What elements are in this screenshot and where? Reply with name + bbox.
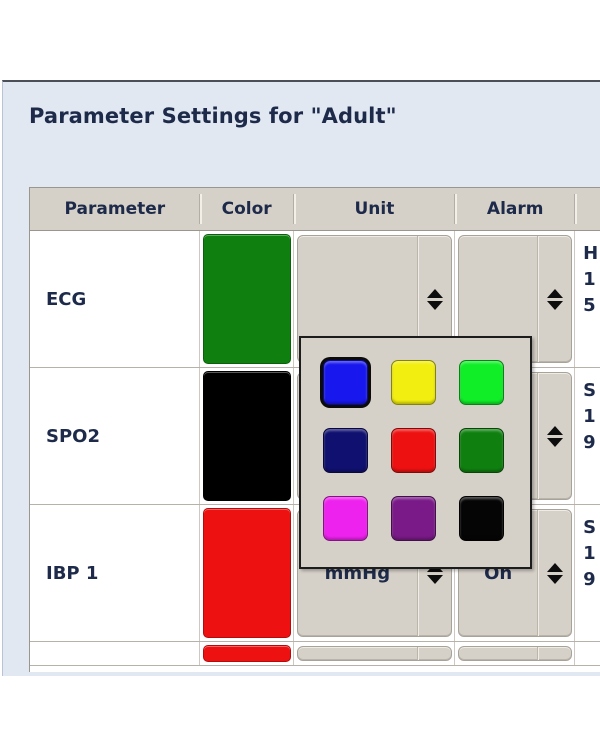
cell-color[interactable] bbox=[198, 642, 294, 665]
alarm-spinner-buttons[interactable] bbox=[537, 373, 571, 499]
alarm-value bbox=[459, 647, 537, 660]
cell-color[interactable] bbox=[198, 505, 294, 641]
chevron-down-icon[interactable] bbox=[546, 300, 563, 310]
table-header-row: Parameter Color Unit Alarm bbox=[30, 188, 600, 231]
cell-parameter: SPO2 bbox=[30, 368, 200, 504]
column-header-unit-label: Unit bbox=[354, 199, 395, 219]
column-header-alarm-label: Alarm bbox=[486, 199, 544, 219]
color-swatch-button[interactable] bbox=[202, 645, 291, 662]
color-swatch-button[interactable] bbox=[202, 234, 291, 364]
cell-alarm[interactable] bbox=[454, 642, 576, 665]
chevron-up-icon[interactable] bbox=[426, 288, 443, 298]
cell-parameter bbox=[30, 642, 200, 665]
column-header-color-label: Color bbox=[221, 199, 272, 219]
parameter-name: SPO2 bbox=[46, 425, 100, 447]
limits-text: S19 bbox=[583, 517, 597, 591]
color-swatch-grid bbox=[323, 360, 504, 541]
cell-limits bbox=[574, 642, 600, 665]
chevron-down-icon[interactable] bbox=[426, 300, 443, 310]
column-header-color[interactable]: Color bbox=[198, 188, 294, 230]
limits-text: H15 bbox=[583, 243, 599, 317]
alarm-spinner-buttons[interactable] bbox=[537, 236, 571, 362]
table-row bbox=[30, 642, 600, 666]
color-option-red[interactable] bbox=[391, 428, 436, 473]
color-swatch-button[interactable] bbox=[202, 508, 291, 638]
column-header-parameter-label: Parameter bbox=[64, 199, 166, 219]
color-option-bright-green[interactable] bbox=[459, 360, 504, 405]
cell-limits: H15 bbox=[574, 231, 600, 367]
chevron-down-icon[interactable] bbox=[426, 574, 443, 584]
limits-text: S19 bbox=[583, 380, 597, 454]
chevron-up-icon[interactable] bbox=[546, 288, 563, 298]
page-title: Parameter Settings for "Adult" bbox=[29, 104, 397, 128]
chevron-up-icon[interactable] bbox=[546, 425, 563, 435]
parameter-name: IBP 1 bbox=[46, 562, 99, 584]
color-picker-popup[interactable] bbox=[299, 336, 532, 569]
column-header-parameter[interactable]: Parameter bbox=[30, 188, 200, 230]
unit-spinner[interactable] bbox=[296, 646, 453, 661]
column-header-limits[interactable] bbox=[574, 188, 600, 230]
color-swatch-button[interactable] bbox=[202, 371, 291, 501]
screen: Parameter Settings for "Adult" Parameter… bbox=[0, 0, 600, 752]
cell-parameter: IBP 1 bbox=[30, 505, 200, 641]
unit-value bbox=[298, 647, 418, 660]
chevron-down-icon[interactable] bbox=[546, 437, 563, 447]
alarm-spinner[interactable] bbox=[458, 646, 573, 661]
cell-limits: S19 bbox=[574, 505, 600, 641]
parameter-name: ECG bbox=[46, 288, 87, 310]
cell-color[interactable] bbox=[198, 231, 294, 367]
color-option-navy[interactable] bbox=[323, 428, 368, 473]
column-header-alarm[interactable]: Alarm bbox=[454, 188, 576, 230]
color-option-blue[interactable] bbox=[323, 360, 368, 405]
alarm-spinner-buttons[interactable] bbox=[537, 647, 571, 660]
color-option-yellow[interactable] bbox=[391, 360, 436, 405]
color-option-magenta[interactable] bbox=[323, 496, 368, 541]
cell-limits: S19 bbox=[574, 368, 600, 504]
cell-parameter: ECG bbox=[30, 231, 200, 367]
cell-unit[interactable] bbox=[292, 642, 456, 665]
cell-color[interactable] bbox=[198, 368, 294, 504]
chevron-down-icon[interactable] bbox=[546, 574, 563, 584]
alarm-spinner-buttons[interactable] bbox=[537, 510, 571, 636]
chevron-up-icon[interactable] bbox=[546, 562, 563, 572]
column-header-unit[interactable]: Unit bbox=[292, 188, 456, 230]
color-option-purple[interactable] bbox=[391, 496, 436, 541]
unit-spinner-buttons[interactable] bbox=[417, 647, 451, 660]
color-option-black[interactable] bbox=[459, 496, 504, 541]
color-option-dark-green[interactable] bbox=[459, 428, 504, 473]
parameter-settings-dialog: Parameter Settings for "Adult" Parameter… bbox=[2, 80, 600, 676]
